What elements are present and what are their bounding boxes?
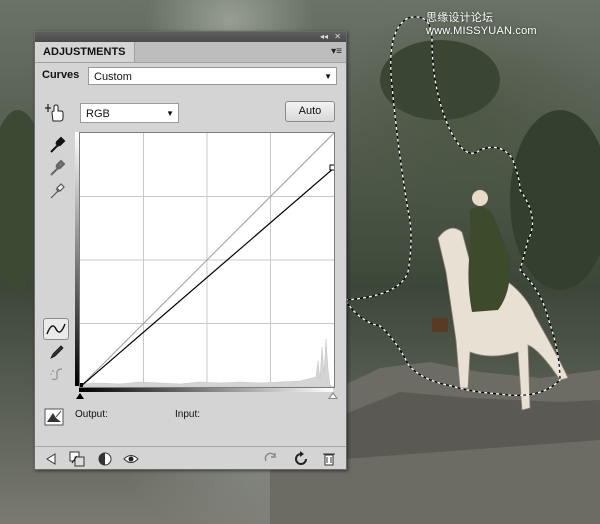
curves-plot [78, 132, 336, 388]
panel-menu-icon[interactable]: ▾≡ [331, 46, 342, 58]
collapse-icon[interactable]: ◂◂ [320, 32, 328, 42]
channel-select[interactable]: RGB ▼ [80, 103, 179, 123]
output-label: Output: [75, 409, 108, 420]
white-point-eyedropper-icon[interactable] [48, 182, 66, 200]
panel-tab-bar: ADJUSTMENTS ▾≡ [35, 42, 346, 63]
back-arrow-icon[interactable] [43, 451, 59, 467]
adjustment-name-label: Curves [42, 69, 80, 81]
channel-select-value: RGB [86, 108, 110, 120]
input-label: Input: [175, 409, 201, 420]
clip-to-layer-icon[interactable] [69, 451, 85, 467]
toggle-view-previous-icon[interactable] [97, 451, 113, 467]
curve-edit-points-icon[interactable] [43, 318, 69, 340]
clipping-warning-icon[interactable] [44, 408, 64, 426]
curve-point-black [78, 383, 83, 388]
visibility-eye-icon[interactable] [123, 451, 139, 467]
tree-cluster [380, 40, 500, 120]
chevron-down-icon: ▼ [324, 72, 332, 81]
black-point-eyedropper-icon[interactable] [48, 136, 66, 154]
on-image-adjust-hand-icon[interactable] [44, 101, 66, 123]
gray-point-eyedropper-icon[interactable] [48, 159, 66, 177]
adjustments-panel: ◂◂ ✕ ADJUSTMENTS ▾≡ Curves Custom ▼ RGB … [34, 31, 347, 470]
input-gradient-bar [79, 388, 333, 392]
close-icon[interactable]: ✕ [334, 32, 341, 42]
pencil-draw-icon[interactable] [48, 343, 66, 361]
reset-to-default-icon[interactable] [293, 451, 309, 467]
black-point-slider[interactable] [76, 393, 84, 399]
reset-link-icon[interactable] [263, 451, 279, 467]
preset-select[interactable]: Custom ▼ [88, 67, 337, 85]
curve-point-white [329, 164, 336, 171]
curves-graph[interactable] [78, 132, 336, 388]
panel-title-strip[interactable]: ◂◂ ✕ [35, 32, 346, 42]
tab-adjustments[interactable]: ADJUSTMENTS [35, 42, 135, 62]
auto-button[interactable]: Auto [285, 101, 335, 122]
trash-icon[interactable] [321, 451, 337, 467]
tree-cluster [510, 110, 600, 290]
preset-select-value: Custom [94, 71, 132, 83]
watermark-text: 思缘设计论坛 www.MISSYUAN.com [426, 12, 537, 37]
panel-footer [35, 446, 346, 470]
smooth-curve-icon[interactable] [48, 365, 66, 383]
white-point-slider[interactable] [328, 392, 338, 399]
chevron-down-icon: ▼ [166, 109, 174, 118]
